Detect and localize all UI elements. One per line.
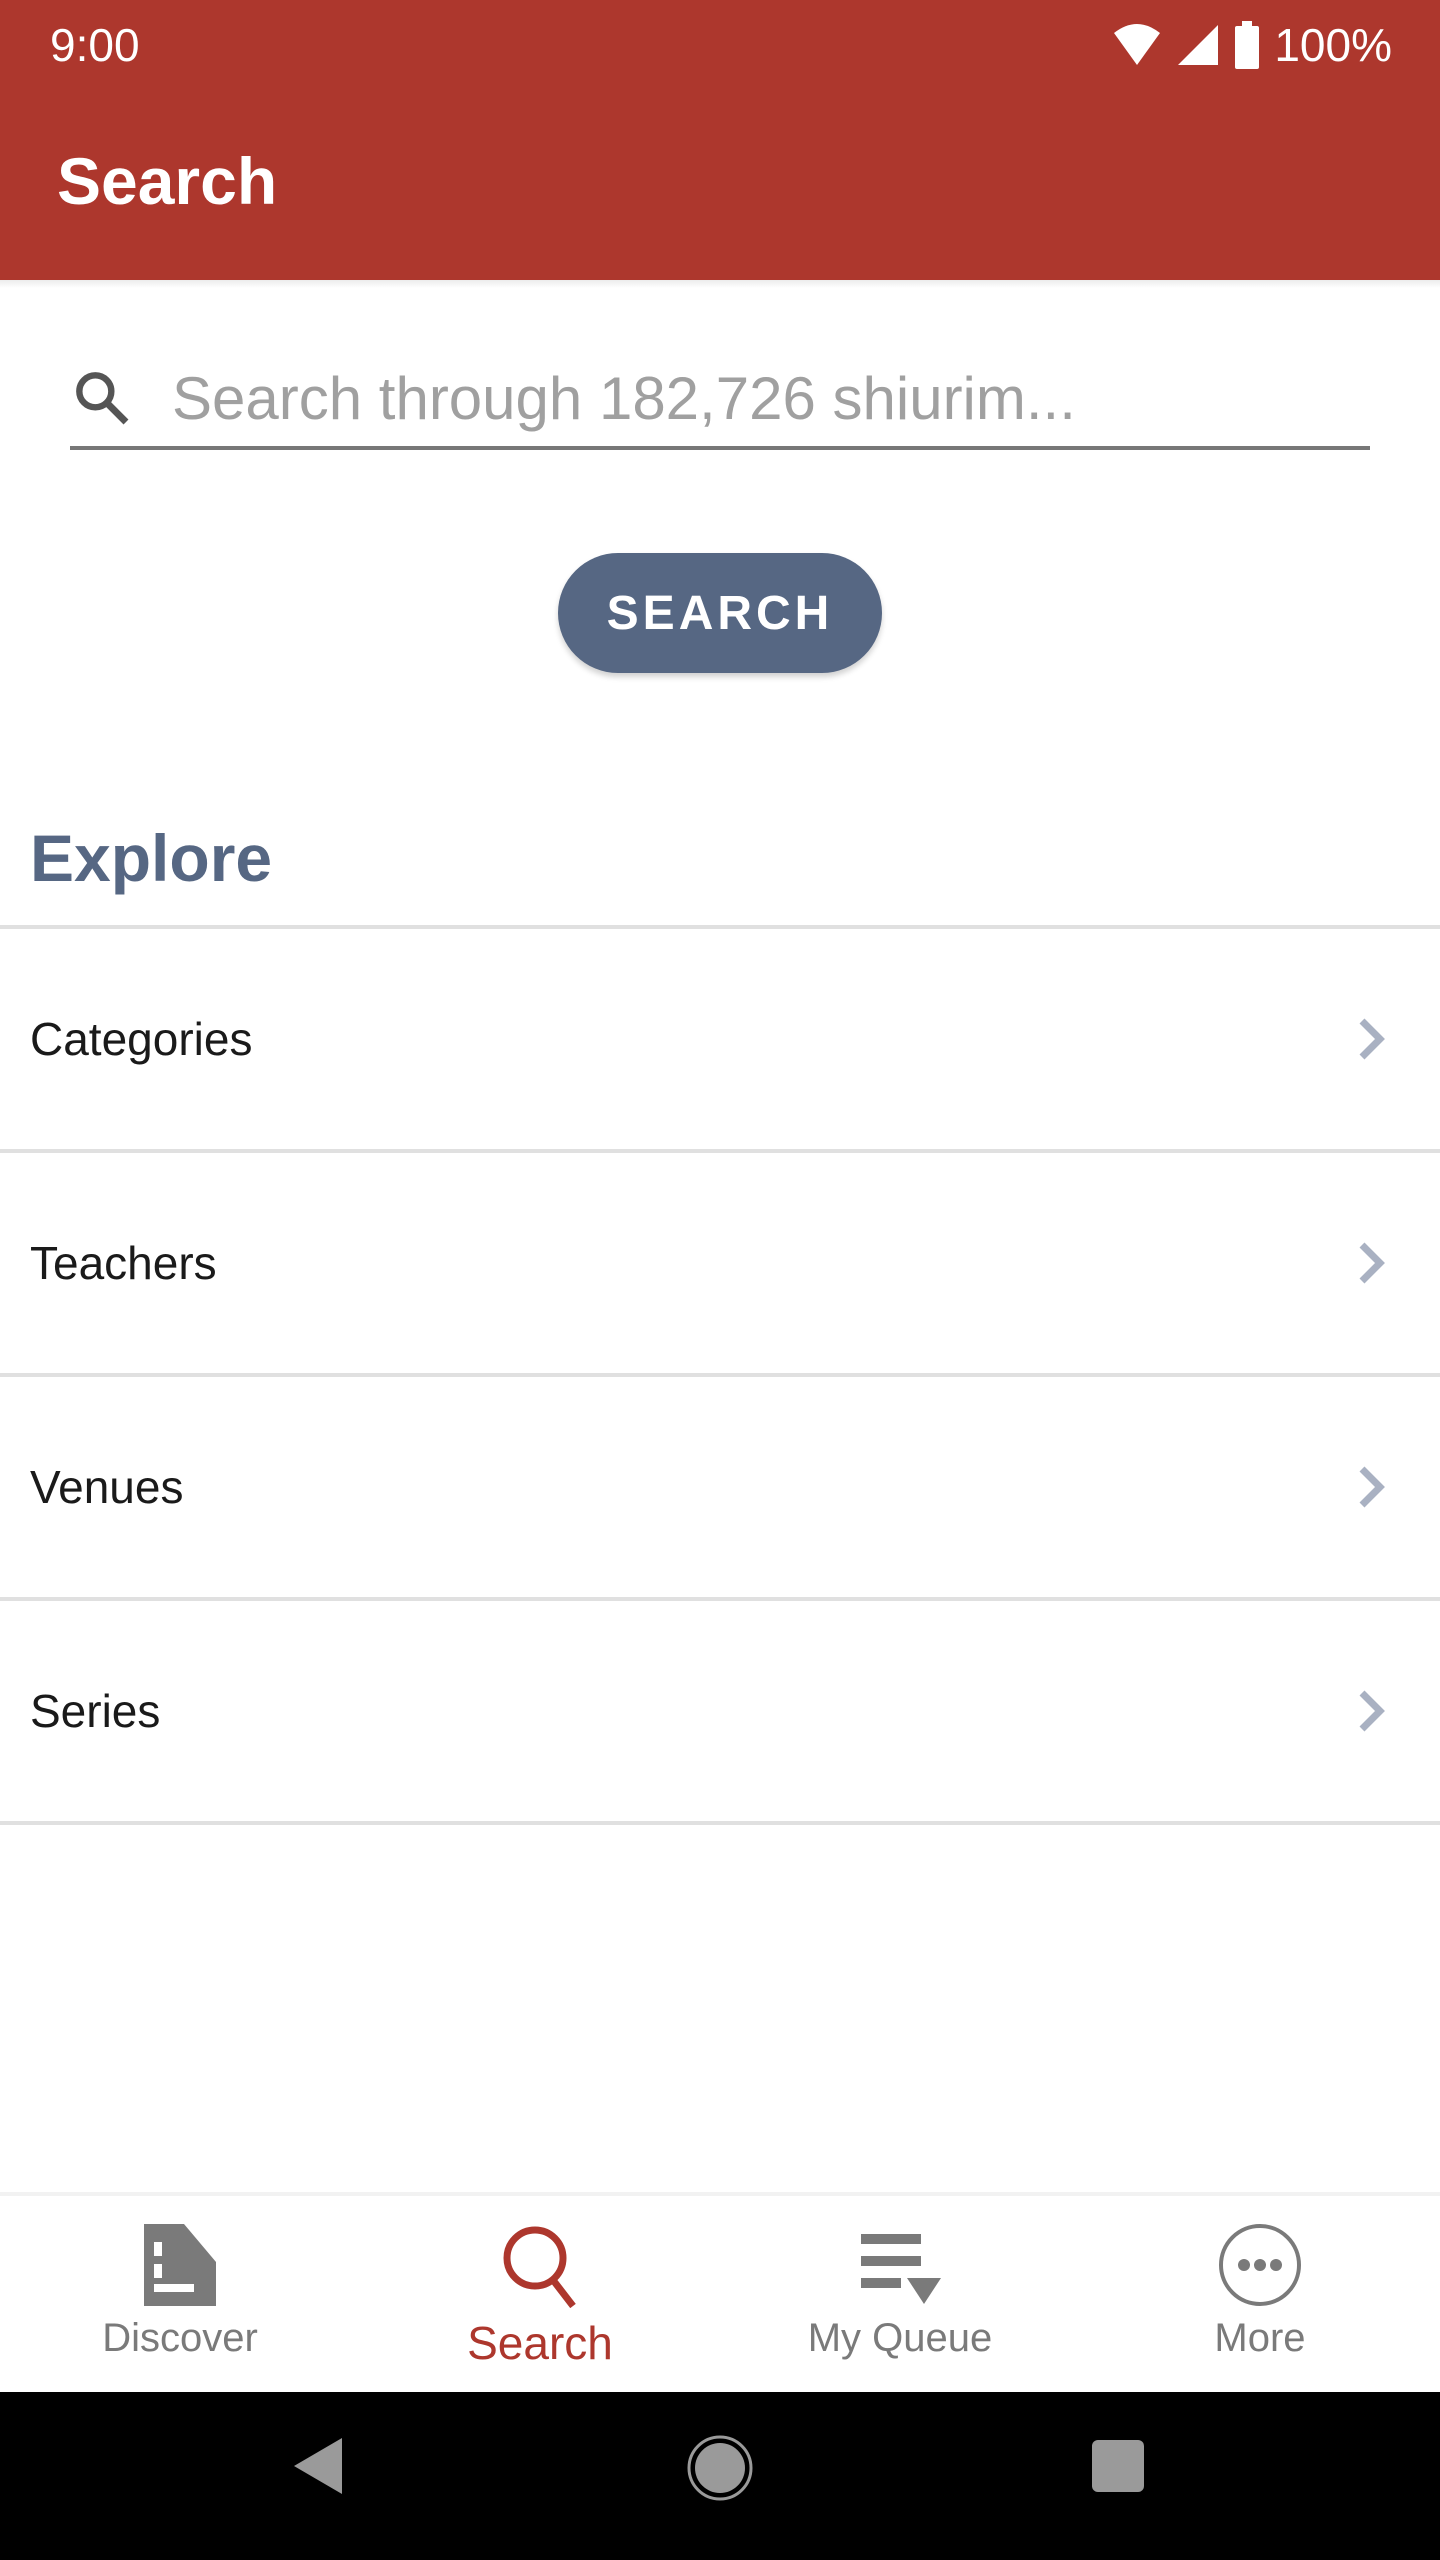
search-icon [503,2226,576,2308]
tab-discover[interactable]: Discover [0,2196,360,2396]
status-time: 9:00 [50,19,140,71]
more-icon [1219,2224,1301,2306]
search-input[interactable] [170,362,1354,434]
page-title: Search [57,144,278,218]
battery-icon [1235,21,1260,69]
recents-icon[interactable] [1090,2438,1146,2494]
search-button[interactable]: SEARCH [558,553,882,673]
app-bar-shadow [0,280,1440,288]
queue-icon [861,2234,941,2304]
signal-icon [1178,25,1219,65]
item-label: Series [30,1685,161,1737]
wifi-icon [1114,24,1161,65]
tab-my-queue[interactable]: My Queue [720,2196,1080,2396]
chevron-right-icon [1359,1466,1385,1508]
item-label: Venues [30,1461,184,1513]
search-icon [76,372,129,425]
app-bar: 9:00 100% Search [0,0,1440,280]
chevron-right-icon [1359,1242,1385,1284]
chevron-right-icon [1359,1690,1385,1732]
divider [0,1821,1440,1825]
explore-item-teachers[interactable]: Teachers [0,1153,1440,1373]
explore-item-series[interactable]: Series [0,1601,1440,1821]
item-label: Teachers [30,1237,217,1289]
system-navigation-bar [0,2392,1440,2560]
explore-item-categories[interactable]: Categories [0,929,1440,1149]
tab-more[interactable]: More [1080,2196,1440,2396]
search-field[interactable] [70,350,1370,450]
tab-label: Discover [102,2316,258,2360]
status-icons: 100% [1112,18,1392,72]
battery-percent: 100% [1274,19,1392,71]
tab-search[interactable]: Search [360,2196,720,2396]
back-icon[interactable] [290,2436,346,2496]
chevron-right-icon [1359,1018,1385,1060]
explore-list: Categories Teachers Venues Series [0,925,1440,1825]
explore-item-venues[interactable]: Venues [0,1377,1440,1597]
bottom-navigation: Discover Search My Queue More [0,2192,1440,2396]
item-label: Categories [30,1013,253,1065]
discover-icon [144,2224,216,2306]
home-icon[interactable] [686,2434,754,2502]
tab-label: More [1214,2316,1306,2360]
explore-heading: Explore [30,821,273,895]
tab-label: Search [467,2317,613,2369]
tab-label: My Queue [807,2316,993,2360]
